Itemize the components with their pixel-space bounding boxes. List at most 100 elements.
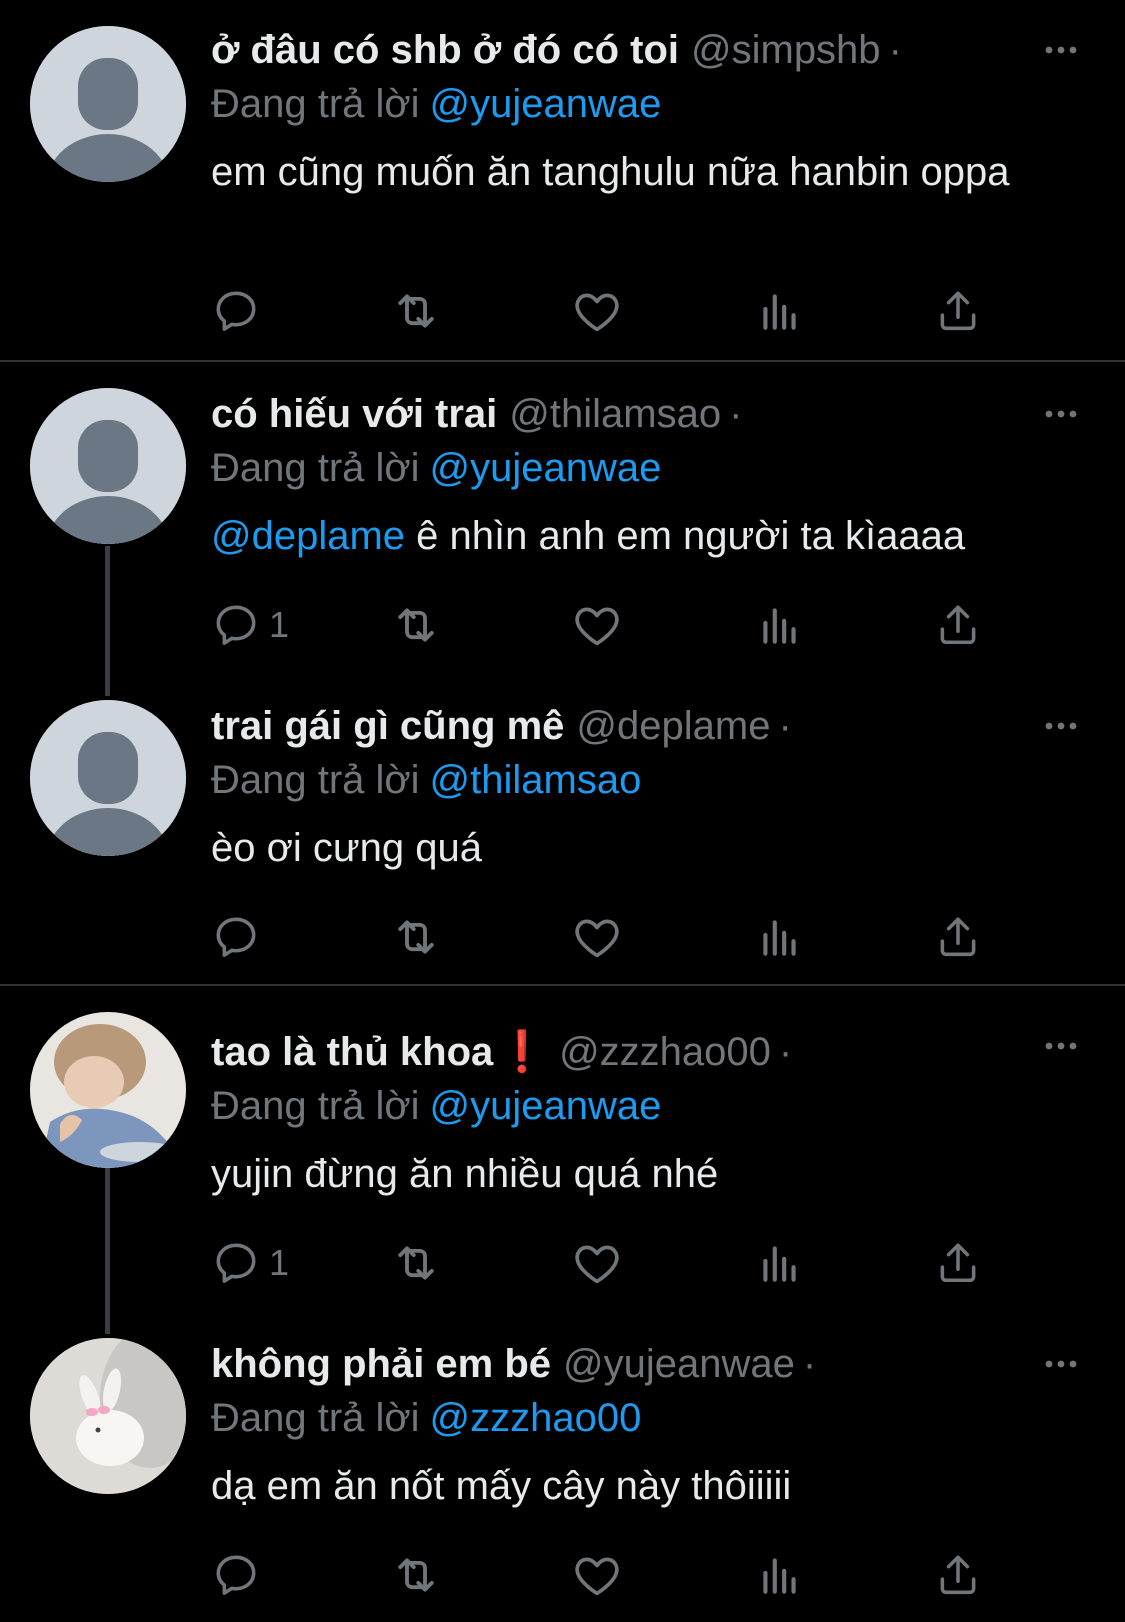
replying-to-label: Đang trả lời (211, 1396, 420, 1440)
like-button[interactable] (571, 598, 623, 652)
share-button[interactable] (933, 1236, 983, 1290)
retweet-button[interactable] (389, 284, 443, 338)
replying-to-label: Đang trả lời (211, 1084, 420, 1128)
retweet-icon (389, 284, 443, 338)
divider (0, 984, 1125, 986)
separator-dot: · (888, 28, 902, 72)
views-button[interactable] (755, 910, 805, 964)
reply-button[interactable] (211, 1548, 269, 1602)
action-bar (211, 284, 1011, 338)
replying-to-label: Đang trả lời (211, 82, 420, 126)
default-avatar-icon (30, 388, 186, 544)
action-bar (211, 910, 1011, 964)
avatar[interactable] (30, 1338, 186, 1494)
reply-mention-link[interactable]: @yujeanwae (430, 446, 662, 490)
views-icon (755, 912, 805, 962)
replying-to-label: Đang trả lời (211, 446, 420, 490)
separator-dot: · (778, 704, 792, 748)
avatar[interactable] (30, 1012, 186, 1168)
share-icon (933, 286, 983, 336)
display-name[interactable]: ở đâu có shb ở đó có toi (211, 28, 679, 72)
retweet-button[interactable] (389, 1236, 443, 1290)
reply-mention-link[interactable]: @yujeanwae (430, 82, 662, 126)
replying-to: Đang trả lời @yujeanwae (211, 442, 661, 494)
reply-button[interactable] (211, 910, 269, 964)
like-button[interactable] (571, 910, 623, 964)
action-bar: 1 (211, 598, 1011, 652)
tweet-header: không phải em bé @yujeanwae · (211, 1338, 816, 1390)
thread-connector (105, 1168, 110, 1334)
reply-mention-link[interactable]: @zzzhao00 (430, 1396, 642, 1440)
more-icon[interactable] (1041, 1026, 1081, 1066)
tweet-text: em cũng muốn ăn tanghulu nữa hanbin oppa (211, 150, 1010, 194)
more-icon[interactable] (1041, 30, 1081, 70)
tweet-text: @deplame ê nhìn anh em người ta kìaaaa (211, 510, 1011, 562)
views-button[interactable] (755, 284, 805, 338)
retweet-icon (389, 598, 443, 652)
avatar[interactable] (30, 26, 186, 182)
like-button[interactable] (571, 1236, 623, 1290)
reply-button[interactable] (211, 284, 269, 338)
share-icon (933, 912, 983, 962)
like-button[interactable] (571, 284, 623, 338)
views-button[interactable] (755, 598, 805, 652)
views-icon (755, 1238, 805, 1288)
tweet-header: tao là thủ khoa ❗ @zzzhao00 · (211, 1026, 792, 1078)
views-icon (755, 286, 805, 336)
reply-icon (211, 1550, 261, 1600)
reply-icon (211, 912, 261, 962)
retweet-button[interactable] (389, 598, 443, 652)
user-handle[interactable]: @simpshb (691, 28, 881, 72)
reply-icon (211, 1238, 261, 1288)
more-icon[interactable] (1041, 1344, 1081, 1384)
share-icon (933, 1238, 983, 1288)
default-avatar-icon (30, 26, 186, 182)
share-button[interactable] (933, 910, 983, 964)
display-name[interactable]: có hiếu với trai (211, 392, 497, 436)
reply-count: 1 (269, 1242, 290, 1283)
retweet-button[interactable] (389, 910, 443, 964)
reply-mention-link[interactable]: @yujeanwae (430, 1084, 662, 1128)
avatar[interactable] (30, 388, 186, 544)
tweet-text: yujin đừng ăn nhiều quá nhé (211, 1152, 719, 1196)
display-name[interactable]: không phải em bé (211, 1342, 551, 1386)
body-mention-link[interactable]: @deplame (211, 514, 405, 558)
reply-mention-link[interactable]: @thilamsao (430, 758, 642, 802)
bunny-photo-avatar (30, 1338, 186, 1494)
replying-to: Đang trả lời @zzzhao00 (211, 1392, 641, 1444)
separator-dot: · (778, 1030, 793, 1074)
user-handle[interactable]: @thilamsao (509, 392, 721, 436)
share-icon (933, 600, 983, 650)
reply-button[interactable]: 1 (211, 1236, 289, 1290)
views-icon (755, 1550, 805, 1600)
like-icon (571, 599, 623, 651)
share-button[interactable] (933, 1548, 983, 1602)
views-icon (755, 600, 805, 650)
tweet-text-content: ê nhìn anh em người ta kìaaaa (405, 514, 966, 558)
separator-dot: · (729, 392, 743, 436)
default-avatar-icon (30, 700, 186, 856)
retweet-button[interactable] (389, 1548, 443, 1602)
retweet-icon (389, 1236, 443, 1290)
like-button[interactable] (571, 1548, 623, 1602)
display-name[interactable]: trai gái gì cũng mê (211, 704, 564, 748)
like-icon (571, 1237, 623, 1289)
action-bar: 1 (211, 1236, 1011, 1290)
separator-dot: · (802, 1342, 817, 1386)
display-name[interactable]: tao là thủ khoa (211, 1030, 493, 1074)
share-button[interactable] (933, 598, 983, 652)
divider (0, 360, 1125, 362)
more-icon[interactable] (1041, 394, 1081, 434)
reply-button[interactable]: 1 (211, 598, 289, 652)
user-handle[interactable]: @deplame (576, 704, 770, 748)
user-handle[interactable]: @zzzhao00 (559, 1030, 771, 1074)
replying-to: Đang trả lời @yujeanwae (211, 1080, 661, 1132)
tweet-text: èo ơi cưng quá (211, 826, 482, 870)
views-button[interactable] (755, 1236, 805, 1290)
share-button[interactable] (933, 284, 983, 338)
views-button[interactable] (755, 1548, 805, 1602)
more-icon[interactable] (1041, 706, 1081, 746)
tweet-text: dạ em ăn nốt mấy cây này thôiiiii (211, 1464, 792, 1508)
avatar[interactable] (30, 700, 186, 856)
user-handle[interactable]: @yujeanwae (563, 1342, 795, 1386)
